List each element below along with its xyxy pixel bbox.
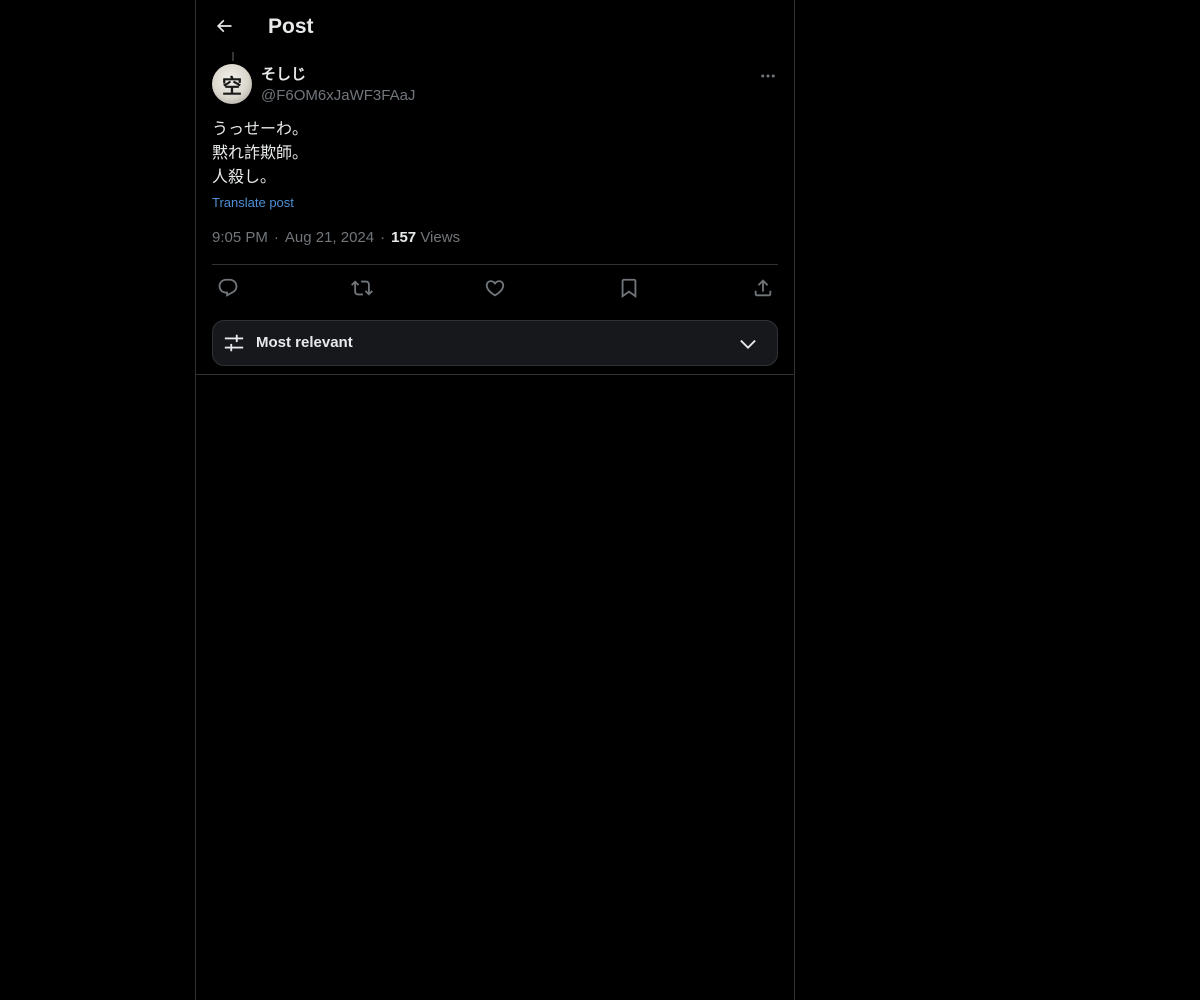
post-time[interactable]: 9:05 PM: [212, 229, 268, 246]
author-handle[interactable]: @F6OM6xJaWF3FAaJ: [261, 86, 415, 106]
translate-post-link[interactable]: Translate post: [212, 194, 294, 212]
author-display-name[interactable]: そしじ: [261, 65, 306, 85]
like-button[interactable]: [483, 276, 507, 300]
post-text: うっせーわ。 黙れ詐欺師。 人殺し。: [212, 118, 778, 190]
bookmark-button[interactable]: [617, 276, 641, 300]
back-button[interactable]: [210, 12, 238, 40]
views-label: Views: [420, 229, 461, 246]
thread-connector-line: [232, 52, 234, 61]
page-header: Post: [196, 0, 794, 53]
meta-separator: ·: [273, 229, 279, 246]
sort-label: Most relevant: [256, 334, 353, 351]
post-text-line: 黙れ詐欺師。: [212, 145, 309, 162]
section-divider: [196, 374, 794, 375]
main-column: Post 空 そしじ @F6OM6xJaWF3FAaJ うっせーわ。 黙れ詐欺師…: [195, 0, 795, 1000]
chevron-down-icon: [737, 333, 759, 355]
page-title: Post: [268, 15, 314, 38]
replies-sort-dropdown[interactable]: Most relevant: [212, 320, 778, 366]
meta-separator: ·: [380, 229, 386, 246]
share-icon: [752, 277, 774, 299]
avatar-glyph: 空: [222, 73, 242, 98]
post-text-line: 人殺し。: [212, 169, 277, 186]
share-button[interactable]: [751, 276, 775, 300]
divider: [212, 264, 778, 265]
arrow-left-icon: [214, 16, 234, 36]
reply-button[interactable]: [216, 276, 240, 300]
more-dots-icon: [759, 67, 777, 85]
sliders-icon: [223, 332, 245, 354]
post-date[interactable]: Aug 21, 2024: [285, 229, 374, 246]
repost-button[interactable]: [350, 276, 374, 300]
more-options-button[interactable]: [756, 64, 780, 88]
post-metadata: 9:05 PM · Aug 21, 2024 · 157 Views: [212, 228, 460, 248]
bookmark-icon: [618, 277, 640, 299]
repost-icon: [351, 277, 373, 299]
post-text-line: うっせーわ。: [212, 121, 309, 138]
heart-icon: [484, 277, 506, 299]
avatar[interactable]: 空: [212, 64, 252, 104]
views-count: 157: [391, 229, 417, 246]
reply-icon: [217, 277, 239, 299]
